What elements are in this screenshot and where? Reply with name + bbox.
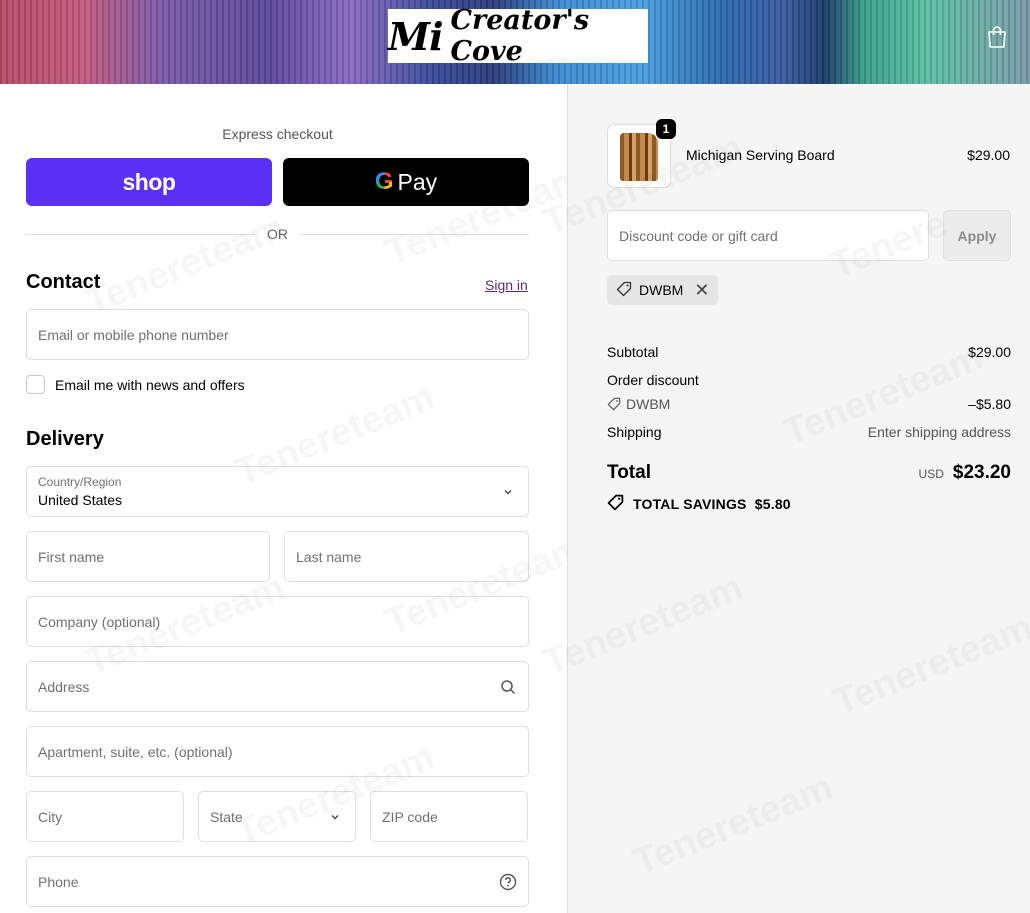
remove-code-icon[interactable]: ✕ (694, 281, 709, 299)
newsletter-option[interactable]: Email me with news and offers (26, 375, 245, 394)
apartment-field[interactable]: Apartment, suite, etc. (optional) (26, 726, 529, 777)
chevron-down-icon (326, 808, 344, 826)
or-text: OR (267, 226, 288, 242)
tag-icon (607, 397, 621, 411)
total-value: $23.20 (952, 462, 1011, 483)
order-discount-value: –$5.80 (968, 396, 1011, 412)
subtotal-row: Subtotal $29.00 (607, 344, 1011, 360)
state-select[interactable]: State (198, 791, 356, 842)
tag-icon (607, 494, 624, 514)
tag-icon (616, 281, 632, 300)
email-field[interactable]: Email or mobile phone number (26, 309, 529, 360)
shipping-label: Shipping (607, 424, 662, 440)
order-discount-code: DWBM (607, 396, 670, 412)
company-placeholder: Company (optional) (38, 613, 161, 630)
zip-field[interactable]: ZIP code (370, 791, 528, 842)
phone-field[interactable]: Phone (26, 856, 529, 907)
first-name-field[interactable]: First name (26, 531, 270, 582)
or-divider: OR (26, 225, 529, 243)
last-name-placeholder: Last name (296, 548, 362, 565)
shipping-row: Shipping Enter shipping address (607, 424, 1011, 440)
order-discount-row: Order discount (607, 372, 1011, 388)
address-placeholder: Address (38, 678, 90, 695)
order-discount-code-row: DWBM –$5.80 (607, 396, 1011, 412)
total-savings-text: TOTAL SAVINGS $5.80 (633, 496, 791, 512)
total-savings: TOTAL SAVINGS $5.80 (607, 494, 791, 514)
order-discount-label: Order discount (607, 372, 699, 388)
newsletter-checkbox[interactable] (26, 375, 45, 394)
search-icon[interactable] (499, 678, 517, 696)
company-field[interactable]: Company (optional) (26, 596, 529, 647)
country-select[interactable]: Country/Region United States (26, 466, 529, 517)
product-price: $29.00 (967, 147, 1010, 163)
product-name: Michigan Serving Board (686, 147, 835, 163)
discount-code-text: DWBM (639, 282, 684, 298)
quantity-badge: 1 (656, 119, 676, 139)
last-name-field[interactable]: Last name (284, 531, 529, 582)
divider-line (300, 233, 529, 235)
store-header: Mi Creator's Cove (0, 0, 1030, 84)
watermark: Tenereteam (80, 206, 291, 325)
divider-line (26, 233, 255, 235)
subtotal-label: Subtotal (607, 344, 659, 360)
apartment-placeholder: Apartment, suite, etc. (optional) (38, 743, 233, 760)
cart-icon[interactable] (986, 25, 1008, 49)
city-placeholder: City (38, 808, 63, 825)
watermark: Tenereteam (538, 566, 749, 685)
shipping-value: Enter shipping address (867, 424, 1011, 440)
order-summary: 1 Michigan Serving Board $29.00 Discount… (567, 84, 1030, 913)
discount-placeholder: Discount code or gift card (619, 227, 778, 244)
total-row: Total USD $23.20 (607, 462, 1011, 484)
express-checkout-label: Express checkout (222, 126, 333, 142)
logo-name: Creator's Cove (450, 5, 590, 67)
checkout-form: Express checkout shop G Pay OR Contact S… (0, 84, 567, 913)
address-field[interactable]: Address (26, 661, 529, 712)
zip-placeholder: ZIP code (382, 808, 438, 825)
logo-mi: Mi (388, 13, 443, 59)
order-discount-code-text: DWBM (626, 396, 671, 412)
first-name-placeholder: First name (38, 548, 105, 565)
google-g-icon: G (374, 168, 394, 195)
country-label: Country/Region (38, 475, 122, 489)
total-label: Total (607, 462, 651, 483)
sign-in-link[interactable]: Sign in (485, 277, 528, 293)
state-placeholder: State (210, 808, 243, 825)
discount-code-input[interactable]: Discount code or gift card (607, 210, 929, 261)
serving-board-image (620, 133, 658, 181)
delivery-heading: Delivery (26, 428, 104, 450)
watermark: Tenereteam (628, 766, 839, 885)
google-pay-button[interactable]: G Pay (283, 158, 529, 206)
currency-code: USD (918, 467, 944, 481)
total-amount: USD $23.20 (919, 462, 1011, 484)
phone-placeholder: Phone (38, 873, 79, 890)
store-logo[interactable]: Mi Creator's Cove (388, 5, 648, 67)
contact-heading: Contact (26, 271, 101, 293)
city-field[interactable]: City (26, 791, 184, 842)
subtotal-value: $29.00 (968, 344, 1011, 360)
country-value: United States (38, 492, 123, 508)
google-pay-label: Pay (397, 168, 438, 195)
discount-code-chip: DWBM ✕ (607, 275, 719, 305)
shop-pay-button[interactable]: shop (26, 158, 272, 206)
newsletter-label: Email me with news and offers (55, 376, 245, 393)
email-placeholder: Email or mobile phone number (38, 326, 229, 343)
apply-button[interactable]: Apply (943, 210, 1011, 261)
help-icon[interactable] (499, 873, 517, 891)
shop-pay-label: shop (122, 168, 176, 195)
chevron-down-icon (502, 485, 514, 503)
watermark: Tenereteam (828, 606, 1030, 725)
